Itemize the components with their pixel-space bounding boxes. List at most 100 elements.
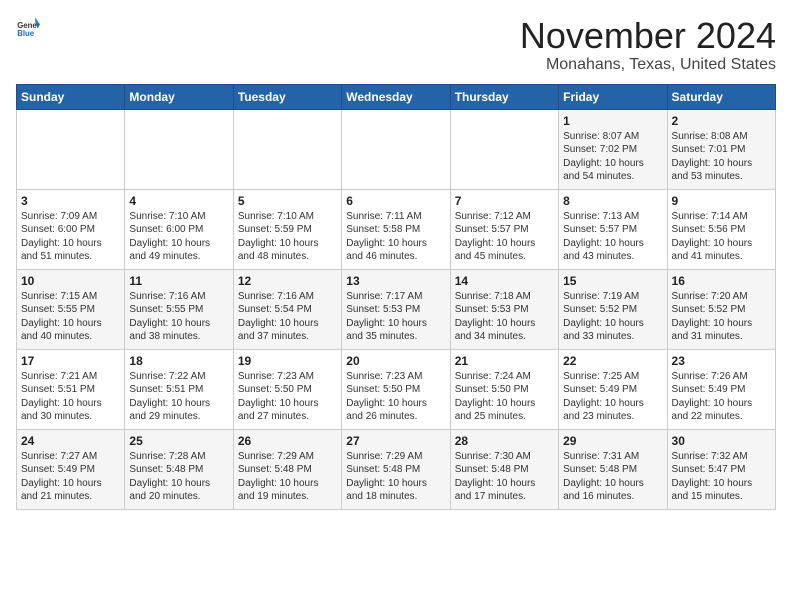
calendar-cell xyxy=(17,109,125,189)
day-number: 15 xyxy=(563,274,662,288)
day-number: 16 xyxy=(672,274,771,288)
day-info: Sunrise: 7:16 AM Sunset: 5:55 PM Dayligh… xyxy=(129,290,228,344)
calendar-cell: 30 Sunrise: 7:32 AM Sunset: 5:47 PM Dayli… xyxy=(667,429,775,509)
calendar-cell: 3Sunrise: 7:09 AM Sunset: 6:00 PM Daylig… xyxy=(17,189,125,269)
day-number: 20 xyxy=(346,354,445,368)
day-number: 29 xyxy=(563,434,662,448)
calendar-cell: 22 Sunrise: 7:25 AM Sunset: 5:49 PM Dayli… xyxy=(559,349,667,429)
day-number: 25 xyxy=(129,434,228,448)
day-number: 23 xyxy=(672,354,771,368)
calendar-table: SundayMondayTuesdayWednesdayThursdayFrid… xyxy=(16,84,776,510)
day-info: Sunrise: 7:22 AM Sunset: 5:51 PM Dayligh… xyxy=(129,370,228,424)
calendar-cell: 26 Sunrise: 7:29 AM Sunset: 5:48 PM Dayli… xyxy=(233,429,341,509)
day-info: Sunrise: 7:23 AM Sunset: 5:50 PM Dayligh… xyxy=(238,370,337,424)
day-number: 8 xyxy=(563,194,662,208)
calendar-cell: 18 Sunrise: 7:22 AM Sunset: 5:51 PM Dayli… xyxy=(125,349,233,429)
calendar-cell xyxy=(125,109,233,189)
general-blue-logo-icon: General Blue xyxy=(16,16,40,40)
calendar-header: SundayMondayTuesdayWednesdayThursdayFrid… xyxy=(17,84,776,109)
calendar-cell xyxy=(450,109,558,189)
day-number: 5 xyxy=(238,194,337,208)
calendar-cell: 1Sunrise: 8:07 AM Sunset: 7:02 PM Daylig… xyxy=(559,109,667,189)
calendar-cell: 8 Sunrise: 7:13 AM Sunset: 5:57 PM Daylig… xyxy=(559,189,667,269)
day-number: 30 xyxy=(672,434,771,448)
calendar-body: 1Sunrise: 8:07 AM Sunset: 7:02 PM Daylig… xyxy=(17,109,776,509)
calendar-cell: 19 Sunrise: 7:23 AM Sunset: 5:50 PM Dayli… xyxy=(233,349,341,429)
day-number: 13 xyxy=(346,274,445,288)
calendar-cell: 17Sunrise: 7:21 AM Sunset: 5:51 PM Dayli… xyxy=(17,349,125,429)
day-info: Sunrise: 7:20 AM Sunset: 5:52 PM Dayligh… xyxy=(672,290,771,344)
day-info: Sunrise: 7:26 AM Sunset: 5:49 PM Dayligh… xyxy=(672,370,771,424)
day-info: Sunrise: 7:27 AM Sunset: 5:49 PM Dayligh… xyxy=(21,450,120,504)
day-number: 9 xyxy=(672,194,771,208)
day-info: Sunrise: 7:31 AM Sunset: 5:48 PM Dayligh… xyxy=(563,450,662,504)
calendar-cell: 6Sunrise: 7:11 AM Sunset: 5:58 PM Daylig… xyxy=(342,189,450,269)
day-info: Sunrise: 7:10 AM Sunset: 6:00 PM Dayligh… xyxy=(129,210,228,264)
weekday-header-row: SundayMondayTuesdayWednesdayThursdayFrid… xyxy=(17,84,776,109)
day-info: Sunrise: 7:24 AM Sunset: 5:50 PM Dayligh… xyxy=(455,370,554,424)
day-number: 12 xyxy=(238,274,337,288)
day-info: Sunrise: 7:11 AM Sunset: 5:58 PM Dayligh… xyxy=(346,210,445,264)
page-header: General Blue November 2024 Monahans, Tex… xyxy=(16,16,776,74)
day-info: Sunrise: 7:10 AM Sunset: 5:59 PM Dayligh… xyxy=(238,210,337,264)
calendar-cell: 10 Sunrise: 7:15 AM Sunset: 5:55 PM Dayli… xyxy=(17,269,125,349)
day-info: Sunrise: 7:32 AM Sunset: 5:47 PM Dayligh… xyxy=(672,450,771,504)
calendar-cell xyxy=(233,109,341,189)
day-number: 18 xyxy=(129,354,228,368)
weekday-header-friday: Friday xyxy=(559,84,667,109)
day-number: 27 xyxy=(346,434,445,448)
calendar-week-row: 10 Sunrise: 7:15 AM Sunset: 5:55 PM Dayli… xyxy=(17,269,776,349)
day-info: Sunrise: 7:18 AM Sunset: 5:53 PM Dayligh… xyxy=(455,290,554,344)
calendar-cell: 24 Sunrise: 7:27 AM Sunset: 5:49 PM Dayli… xyxy=(17,429,125,509)
calendar-cell: 13 Sunrise: 7:17 AM Sunset: 5:53 PM Dayli… xyxy=(342,269,450,349)
day-number: 26 xyxy=(238,434,337,448)
logo: General Blue xyxy=(16,16,40,40)
calendar-cell: 16 Sunrise: 7:20 AM Sunset: 5:52 PM Dayli… xyxy=(667,269,775,349)
calendar-cell: 20 Sunrise: 7:23 AM Sunset: 5:50 PM Dayli… xyxy=(342,349,450,429)
calendar-cell: 9 Sunrise: 7:14 AM Sunset: 5:56 PM Daylig… xyxy=(667,189,775,269)
calendar-cell: 11 Sunrise: 7:16 AM Sunset: 5:55 PM Dayli… xyxy=(125,269,233,349)
calendar-cell: 4 Sunrise: 7:10 AM Sunset: 6:00 PM Daylig… xyxy=(125,189,233,269)
svg-text:Blue: Blue xyxy=(17,29,35,38)
day-info: Sunrise: 7:28 AM Sunset: 5:48 PM Dayligh… xyxy=(129,450,228,504)
day-number: 22 xyxy=(563,354,662,368)
day-number: 11 xyxy=(129,274,228,288)
weekday-header-tuesday: Tuesday xyxy=(233,84,341,109)
day-info: Sunrise: 7:21 AM Sunset: 5:51 PM Dayligh… xyxy=(21,370,120,424)
day-info: Sunrise: 7:30 AM Sunset: 5:48 PM Dayligh… xyxy=(455,450,554,504)
day-number: 7 xyxy=(455,194,554,208)
day-number: 1 xyxy=(563,114,662,128)
calendar-week-row: 24 Sunrise: 7:27 AM Sunset: 5:49 PM Dayli… xyxy=(17,429,776,509)
calendar-week-row: 17Sunrise: 7:21 AM Sunset: 5:51 PM Dayli… xyxy=(17,349,776,429)
day-info: Sunrise: 7:17 AM Sunset: 5:53 PM Dayligh… xyxy=(346,290,445,344)
calendar-cell: 29 Sunrise: 7:31 AM Sunset: 5:48 PM Dayli… xyxy=(559,429,667,509)
calendar-cell: 27 Sunrise: 7:29 AM Sunset: 5:48 PM Dayli… xyxy=(342,429,450,509)
day-number: 24 xyxy=(21,434,120,448)
day-info: Sunrise: 7:14 AM Sunset: 5:56 PM Dayligh… xyxy=(672,210,771,264)
day-number: 28 xyxy=(455,434,554,448)
location-subtitle: Monahans, Texas, United States xyxy=(520,56,776,74)
calendar-cell: 28 Sunrise: 7:30 AM Sunset: 5:48 PM Dayli… xyxy=(450,429,558,509)
day-info: Sunrise: 7:23 AM Sunset: 5:50 PM Dayligh… xyxy=(346,370,445,424)
day-number: 3 xyxy=(21,194,120,208)
weekday-header-thursday: Thursday xyxy=(450,84,558,109)
day-info: Sunrise: 7:19 AM Sunset: 5:52 PM Dayligh… xyxy=(563,290,662,344)
day-info: Sunrise: 7:15 AM Sunset: 5:55 PM Dayligh… xyxy=(21,290,120,344)
calendar-cell: 12Sunrise: 7:16 AM Sunset: 5:54 PM Dayli… xyxy=(233,269,341,349)
calendar-cell: 2Sunrise: 8:08 AM Sunset: 7:01 PM Daylig… xyxy=(667,109,775,189)
calendar-cell: 23 Sunrise: 7:26 AM Sunset: 5:49 PM Dayli… xyxy=(667,349,775,429)
calendar-cell: 7 Sunrise: 7:12 AM Sunset: 5:57 PM Daylig… xyxy=(450,189,558,269)
month-title: November 2024 xyxy=(520,16,776,56)
day-info: Sunrise: 7:25 AM Sunset: 5:49 PM Dayligh… xyxy=(563,370,662,424)
calendar-week-row: 1Sunrise: 8:07 AM Sunset: 7:02 PM Daylig… xyxy=(17,109,776,189)
day-info: Sunrise: 7:12 AM Sunset: 5:57 PM Dayligh… xyxy=(455,210,554,264)
calendar-cell xyxy=(342,109,450,189)
day-info: Sunrise: 7:29 AM Sunset: 5:48 PM Dayligh… xyxy=(346,450,445,504)
day-number: 4 xyxy=(129,194,228,208)
day-number: 2 xyxy=(672,114,771,128)
day-number: 19 xyxy=(238,354,337,368)
day-number: 10 xyxy=(21,274,120,288)
day-info: Sunrise: 7:29 AM Sunset: 5:48 PM Dayligh… xyxy=(238,450,337,504)
weekday-header-saturday: Saturday xyxy=(667,84,775,109)
day-info: Sunrise: 7:13 AM Sunset: 5:57 PM Dayligh… xyxy=(563,210,662,264)
